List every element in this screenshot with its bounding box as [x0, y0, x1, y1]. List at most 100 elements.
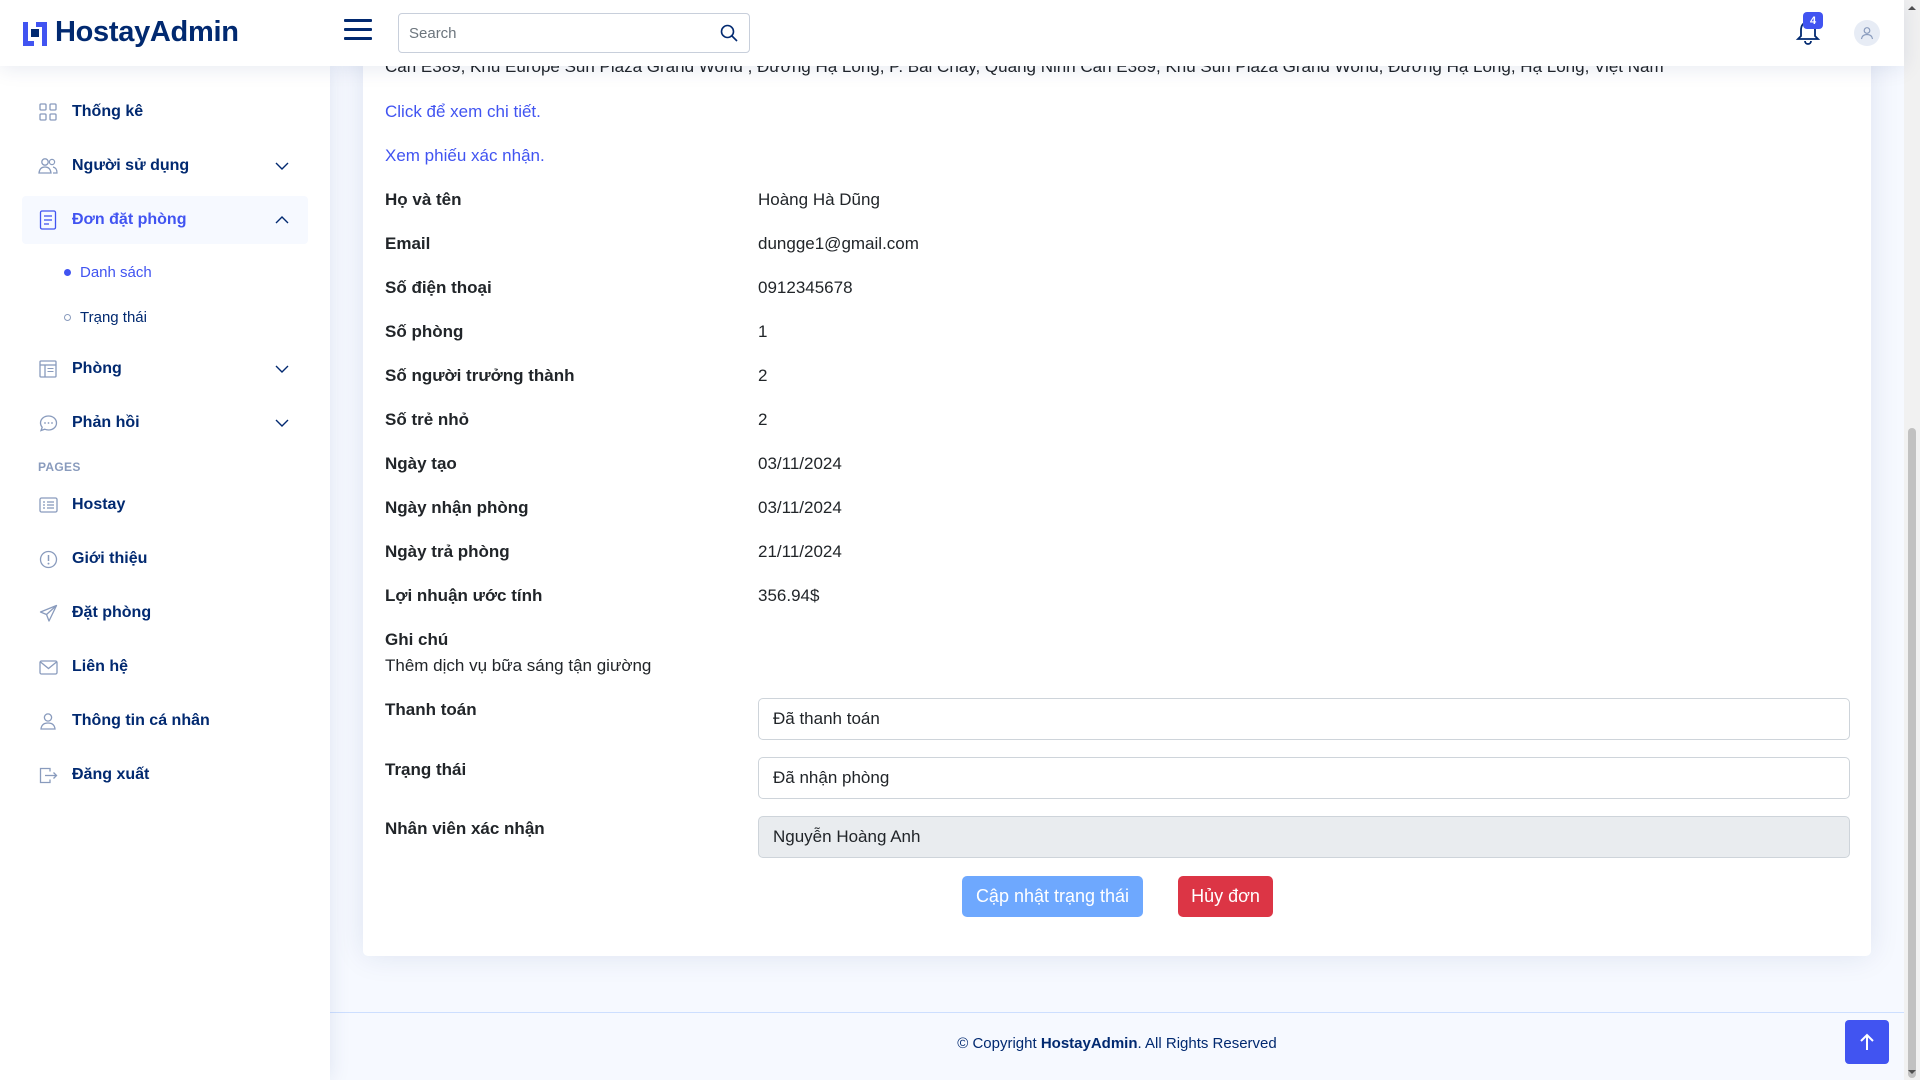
sidebar-item-label: Đơn đặt phòng	[72, 211, 187, 228]
label-estimated-profit: Lợi nhuận ước tính	[385, 586, 543, 605]
sidebar-item-label: Người sử dụng	[72, 157, 190, 174]
sidebar-item-phan-hoi[interactable]: Phản hồi	[22, 399, 308, 447]
logout-icon	[38, 765, 58, 785]
sidebar-item-label: Phòng	[72, 360, 122, 377]
value-full-name: Hoàng Hà Dũng	[758, 190, 880, 209]
update-status-button[interactable]: Cập nhật trạng thái	[962, 876, 1143, 917]
sidebar-subitem-trang-thai[interactable]: Trạng thái	[64, 303, 147, 331]
label-email: Email	[385, 234, 431, 253]
sidebar-item-label: Thông tin cá nhân	[72, 712, 210, 729]
label-adults: Số người trưởng thành	[385, 366, 575, 385]
label-payment: Thanh toán	[385, 700, 477, 719]
value-checkout-date: 21/11/2024	[758, 542, 842, 561]
person-icon	[1860, 27, 1874, 40]
label-checkin-date: Ngày nhận phòng	[385, 498, 529, 517]
sidebar-item-hostay[interactable]: Hostay	[22, 481, 308, 529]
value-adults: 2	[758, 366, 768, 385]
sidebar-item-thong-tin-ca-nhan[interactable]: Thông tin cá nhân	[22, 697, 308, 745]
sidebar-item-don-dat-phong[interactable]: Đơn đặt phòng	[22, 196, 308, 244]
cancel-booking-button[interactable]: Hủy đơn	[1178, 876, 1273, 917]
chevron-down-icon	[275, 162, 289, 170]
sidebar-item-label: Phản hồi	[72, 414, 140, 431]
sidebar-item-phong[interactable]: Phòng	[22, 345, 308, 393]
footer-prefix: © Copyright	[957, 1035, 1041, 1052]
hamburger-line	[344, 28, 372, 31]
label-phone: Số điện thoại	[385, 278, 492, 297]
search-icon	[720, 24, 738, 42]
grid-icon	[38, 102, 58, 122]
person-icon	[38, 711, 58, 731]
logo[interactable]: HostayAdmin	[21, 16, 239, 49]
logo-mark-icon	[23, 21, 47, 46]
layout-icon	[38, 359, 58, 379]
receipt-icon	[38, 210, 58, 230]
payment-select-value: Đã thanh toán	[773, 709, 880, 728]
label-room-count: Số phòng	[385, 322, 464, 341]
confirming-staff-field: Nguyễn Hoàng Anh	[758, 816, 1850, 858]
arrow-up-icon	[1860, 1033, 1874, 1050]
value-children: 2	[758, 410, 768, 429]
label-checkout-date: Ngày trả phòng	[385, 542, 510, 561]
value-created-date: 03/11/2024	[758, 454, 842, 473]
value-room-count: 1	[758, 322, 768, 341]
sidebar-item-dat-phong[interactable]: Đặt phòng	[22, 589, 308, 637]
footer-divider	[330, 1012, 1904, 1013]
send-icon	[38, 603, 58, 623]
sidebar-item-label: Giới thiệu	[72, 550, 148, 567]
value-note: Thêm dịch vụ bữa sáng tận giường	[385, 656, 652, 675]
sidebar: Thống kê Người sử dụng Đơn đặt phòng Dan…	[0, 66, 330, 1080]
value-phone: 0912345678	[758, 278, 853, 297]
notification-badge: 4	[1803, 12, 1823, 29]
scrollbar-thumb[interactable]	[1908, 428, 1916, 1078]
view-confirmation-link[interactable]: Xem phiếu xác nhận.	[385, 146, 545, 166]
sidebar-item-lien-he[interactable]: Liên hệ	[22, 643, 308, 691]
info-circle-icon	[38, 549, 58, 569]
search-input[interactable]	[399, 14, 709, 52]
sidebar-item-nguoi-su-dung[interactable]: Người sử dụng	[22, 142, 308, 190]
sidebar-subitem-danh-sach[interactable]: Danh sách	[64, 258, 152, 286]
value-estimated-profit: 356.94$	[758, 586, 820, 605]
status-select-value: Đã nhận phòng	[773, 768, 890, 787]
payment-select[interactable]: Đã thanh toán	[758, 698, 1850, 740]
bullet-icon	[64, 313, 71, 321]
footer-suffix: . All Rights Reserved	[1137, 1035, 1277, 1052]
sidebar-toggle-button[interactable]	[344, 19, 372, 45]
sidebar-item-label: Thống kê	[72, 103, 144, 120]
chevron-down-icon	[275, 365, 289, 373]
label-created-date: Ngày tạo	[385, 454, 457, 473]
back-to-top-button[interactable]	[1845, 1020, 1889, 1064]
envelope-icon	[38, 657, 58, 677]
search-button[interactable]	[709, 14, 749, 52]
card-list-icon	[38, 495, 58, 515]
logo-text: HostayAdmin	[55, 16, 239, 48]
label-confirming-staff: Nhân viên xác nhận	[385, 819, 545, 838]
chevron-down-icon	[275, 419, 289, 427]
scroll-up-arrow-icon[interactable]	[1906, 2, 1918, 14]
footer-brand: HostayAdmin	[1040, 1035, 1138, 1052]
value-email: dungge1@gmail.com	[758, 234, 919, 253]
view-details-link[interactable]: Click để xem chi tiết.	[385, 102, 541, 122]
search-form	[398, 13, 750, 53]
scroll-down-arrow-icon[interactable]	[1906, 1066, 1918, 1078]
top-header: HostayAdmin 4	[0, 0, 1904, 66]
chat-icon	[38, 413, 58, 433]
sidebar-item-label: Liên hệ	[72, 658, 129, 675]
bullet-icon	[64, 268, 71, 276]
confirming-staff-value: Nguyễn Hoàng Anh	[773, 827, 921, 846]
label-full-name: Họ và tên	[385, 190, 462, 209]
sidebar-item-gioi-thieu[interactable]: Giới thiệu	[22, 535, 308, 583]
profile-avatar[interactable]	[1854, 20, 1880, 46]
sidebar-item-dang-xuat[interactable]: Đăng xuất	[22, 751, 308, 799]
sidebar-item-label: Đặt phòng	[72, 604, 152, 621]
users-icon	[38, 156, 58, 176]
chevron-up-icon	[275, 216, 289, 224]
pages-heading: PAGES	[38, 460, 81, 474]
sidebar-item-label: Đăng xuất	[72, 766, 150, 783]
value-checkin-date: 03/11/2024	[758, 498, 842, 517]
status-select[interactable]: Đã nhận phòng	[758, 757, 1850, 799]
sidebar-item-label: Hostay	[72, 496, 126, 513]
label-children: Số trẻ nhỏ	[385, 410, 470, 429]
footer-copyright: © Copyright HostayAdmin. All Rights Rese…	[330, 1035, 1904, 1052]
sidebar-item-thong-ke[interactable]: Thống kê	[22, 88, 308, 136]
sidebar-subitem-label: Trạng thái	[80, 308, 147, 326]
